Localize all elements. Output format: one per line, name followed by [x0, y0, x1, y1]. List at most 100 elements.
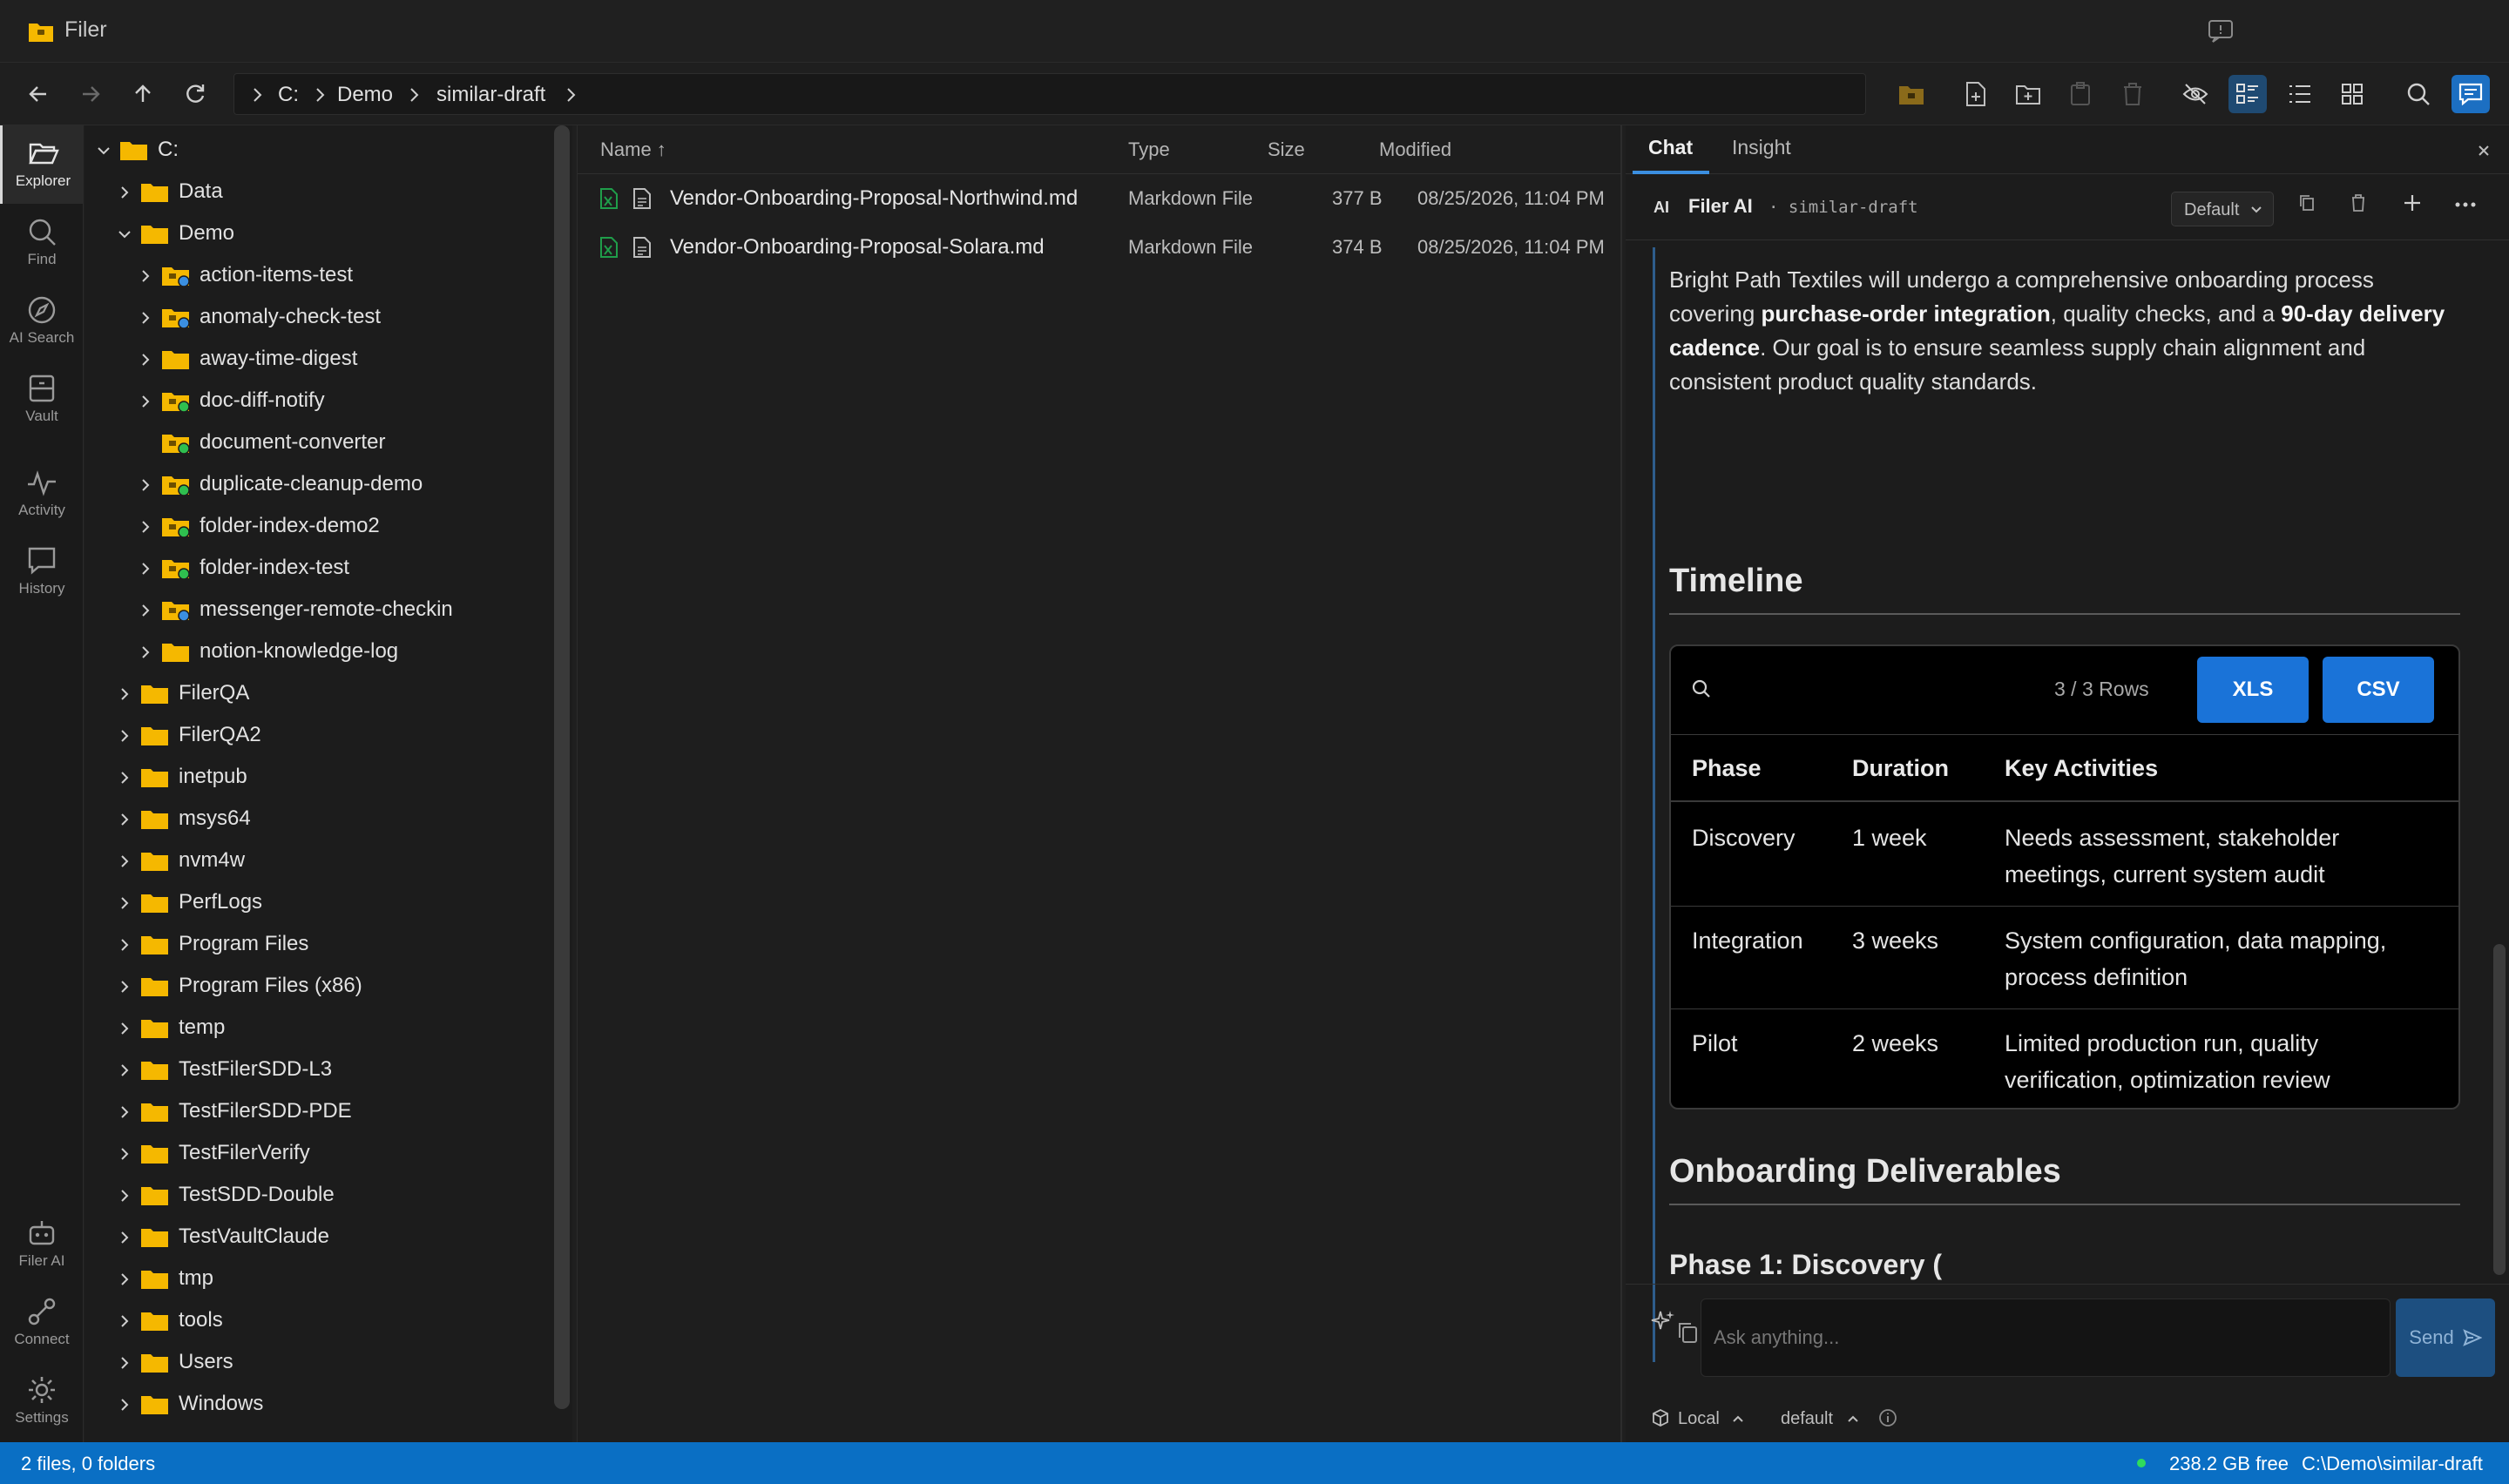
chevron-right-icon[interactable] — [118, 1398, 132, 1412]
location-select[interactable]: Local — [1678, 1409, 1720, 1429]
breadcrumb-segment[interactable]: similar-draft — [436, 83, 545, 107]
header-key-activities[interactable]: Key Activities — [2005, 755, 2158, 782]
forward-button[interactable] — [71, 75, 110, 113]
refresh-button[interactable] — [176, 75, 214, 113]
details-view-button[interactable] — [2228, 75, 2267, 113]
column-size[interactable]: Size — [1268, 138, 1305, 161]
activity-vault[interactable]: Vault — [0, 361, 84, 439]
paste-button[interactable] — [2061, 75, 2100, 113]
tree-item[interactable]: messenger-remote-checkin — [85, 589, 555, 631]
tree-item[interactable]: msys64 — [85, 798, 555, 840]
send-button[interactable]: Send — [2396, 1298, 2495, 1377]
tree-item[interactable]: Demo — [85, 212, 555, 254]
list-view-button[interactable] — [2281, 75, 2319, 113]
tree-item[interactable]: Users — [85, 1341, 555, 1383]
chevron-right-icon[interactable] — [118, 938, 132, 952]
chevron-right-icon[interactable] — [118, 896, 132, 910]
tab-insight[interactable]: Insight — [1732, 136, 1791, 159]
chevron-down-icon[interactable] — [97, 144, 111, 158]
delete-button[interactable] — [2113, 75, 2152, 113]
file-row[interactable]: Vendor-Onboarding-Proposal-Solara.md Mar… — [578, 223, 1621, 272]
activity-ai-search[interactable]: AI Search — [0, 282, 84, 361]
breadcrumb-segment[interactable]: Demo — [337, 83, 393, 107]
chevron-right-icon[interactable] — [118, 186, 132, 199]
tree-item[interactable]: notion-knowledge-log — [85, 631, 555, 672]
tree-item[interactable]: TestFilerSDD-L3 — [85, 1049, 555, 1090]
tree-item[interactable]: inetpub — [85, 756, 555, 798]
activity-explorer[interactable]: Explorer — [0, 125, 84, 204]
chevron-right-icon[interactable] — [139, 353, 152, 367]
tree-item[interactable]: C: — [85, 129, 555, 171]
tree-item[interactable]: document-converter — [85, 422, 555, 463]
chevron-right-icon[interactable] — [139, 395, 152, 408]
chevron-right-icon[interactable] — [139, 311, 152, 325]
tree-item[interactable]: tools — [85, 1299, 555, 1341]
chevron-right-icon[interactable] — [118, 1105, 132, 1119]
chevron-right-icon[interactable] — [118, 1356, 132, 1370]
export-csv-button[interactable]: CSV — [2323, 657, 2434, 723]
activity-connect[interactable]: Connect — [0, 1284, 84, 1362]
tree-item[interactable]: anomaly-check-test — [85, 296, 555, 338]
tree-scrollbar[interactable] — [554, 125, 570, 1409]
tree-item[interactable]: FilerQA2 — [85, 714, 555, 756]
chevron-right-icon[interactable] — [118, 1147, 132, 1161]
activity-filer-ai[interactable]: Filer AI — [0, 1205, 84, 1284]
chat-toggle-button[interactable] — [2452, 75, 2490, 113]
tree-item[interactable]: TestSDD-Double — [85, 1174, 555, 1216]
tree-item[interactable]: Data — [85, 171, 555, 212]
chevron-right-icon[interactable] — [139, 269, 152, 283]
tree-item[interactable]: PerfLogs — [85, 881, 555, 923]
vault-folder-button[interactable] — [1892, 75, 1931, 113]
tree-scrollbar-thumb[interactable] — [554, 125, 570, 1409]
chat-scrollbar-thumb[interactable] — [2493, 944, 2506, 1275]
tree-item[interactable]: temp — [85, 1007, 555, 1049]
tree-item[interactable]: tmp — [85, 1258, 555, 1299]
chevron-right-icon[interactable] — [118, 813, 132, 826]
tree-item[interactable]: Program Files — [85, 923, 555, 965]
chevron-right-icon[interactable] — [118, 1231, 132, 1245]
profile-select[interactable]: default — [1781, 1409, 1833, 1429]
tree-item[interactable]: Windows — [85, 1383, 555, 1425]
header-duration[interactable]: Duration — [1852, 755, 1949, 782]
tree-item[interactable]: duplicate-cleanup-demo — [85, 463, 555, 505]
chevron-right-icon[interactable] — [118, 687, 132, 701]
chevron-right-icon[interactable] — [118, 1022, 132, 1035]
chevron-right-icon[interactable] — [118, 980, 132, 994]
column-modified[interactable]: Modified — [1379, 138, 1451, 161]
new-file-button[interactable] — [1957, 75, 1995, 113]
file-row[interactable]: Vendor-Onboarding-Proposal-Northwind.md … — [578, 174, 1621, 223]
tree-item[interactable]: TestFilerSDD-PDE — [85, 1090, 555, 1132]
chevron-right-icon[interactable] — [118, 1272, 132, 1286]
activity-find[interactable]: Find — [0, 204, 84, 282]
activity-settings[interactable]: Settings — [0, 1362, 84, 1440]
chevron-right-icon[interactable] — [139, 562, 152, 576]
chevron-right-icon[interactable] — [139, 520, 152, 534]
chevron-right-icon[interactable] — [118, 1063, 132, 1077]
tree-item[interactable]: action-items-test — [85, 254, 555, 296]
breadcrumb-segment[interactable]: C: — [278, 83, 299, 107]
chat-input[interactable] — [1701, 1298, 2391, 1377]
back-button[interactable] — [19, 75, 57, 113]
chevron-right-icon[interactable] — [118, 1314, 132, 1328]
up-button[interactable] — [124, 75, 162, 113]
column-type[interactable]: Type — [1128, 138, 1170, 161]
tree-item[interactable]: Program Files (x86) — [85, 965, 555, 1007]
toggle-hidden-button[interactable] — [2176, 75, 2215, 113]
tree-item[interactable]: TestVaultClaude — [85, 1216, 555, 1258]
breadcrumb[interactable]: C: Demo similar-draft — [233, 73, 1866, 115]
tree-item[interactable]: folder-index-demo2 — [85, 505, 555, 547]
tree-item[interactable]: FilerQA — [85, 672, 555, 714]
tab-chat[interactable]: Chat — [1648, 136, 1693, 159]
header-phase[interactable]: Phase — [1692, 755, 1762, 782]
activity-activity[interactable]: Activity — [0, 455, 84, 533]
chevron-right-icon[interactable] — [118, 1189, 132, 1203]
tree-item[interactable]: folder-index-test — [85, 547, 555, 589]
export-xls-button[interactable]: XLS — [2197, 657, 2309, 723]
chevron-right-icon[interactable] — [139, 478, 152, 492]
chevron-right-icon[interactable] — [139, 645, 152, 659]
feedback-icon[interactable] — [2208, 19, 2234, 44]
tree-item[interactable]: doc-diff-notify — [85, 380, 555, 422]
chevron-down-icon[interactable] — [118, 227, 132, 241]
chevron-right-icon[interactable] — [118, 854, 132, 868]
grid-view-button[interactable] — [2333, 75, 2371, 113]
